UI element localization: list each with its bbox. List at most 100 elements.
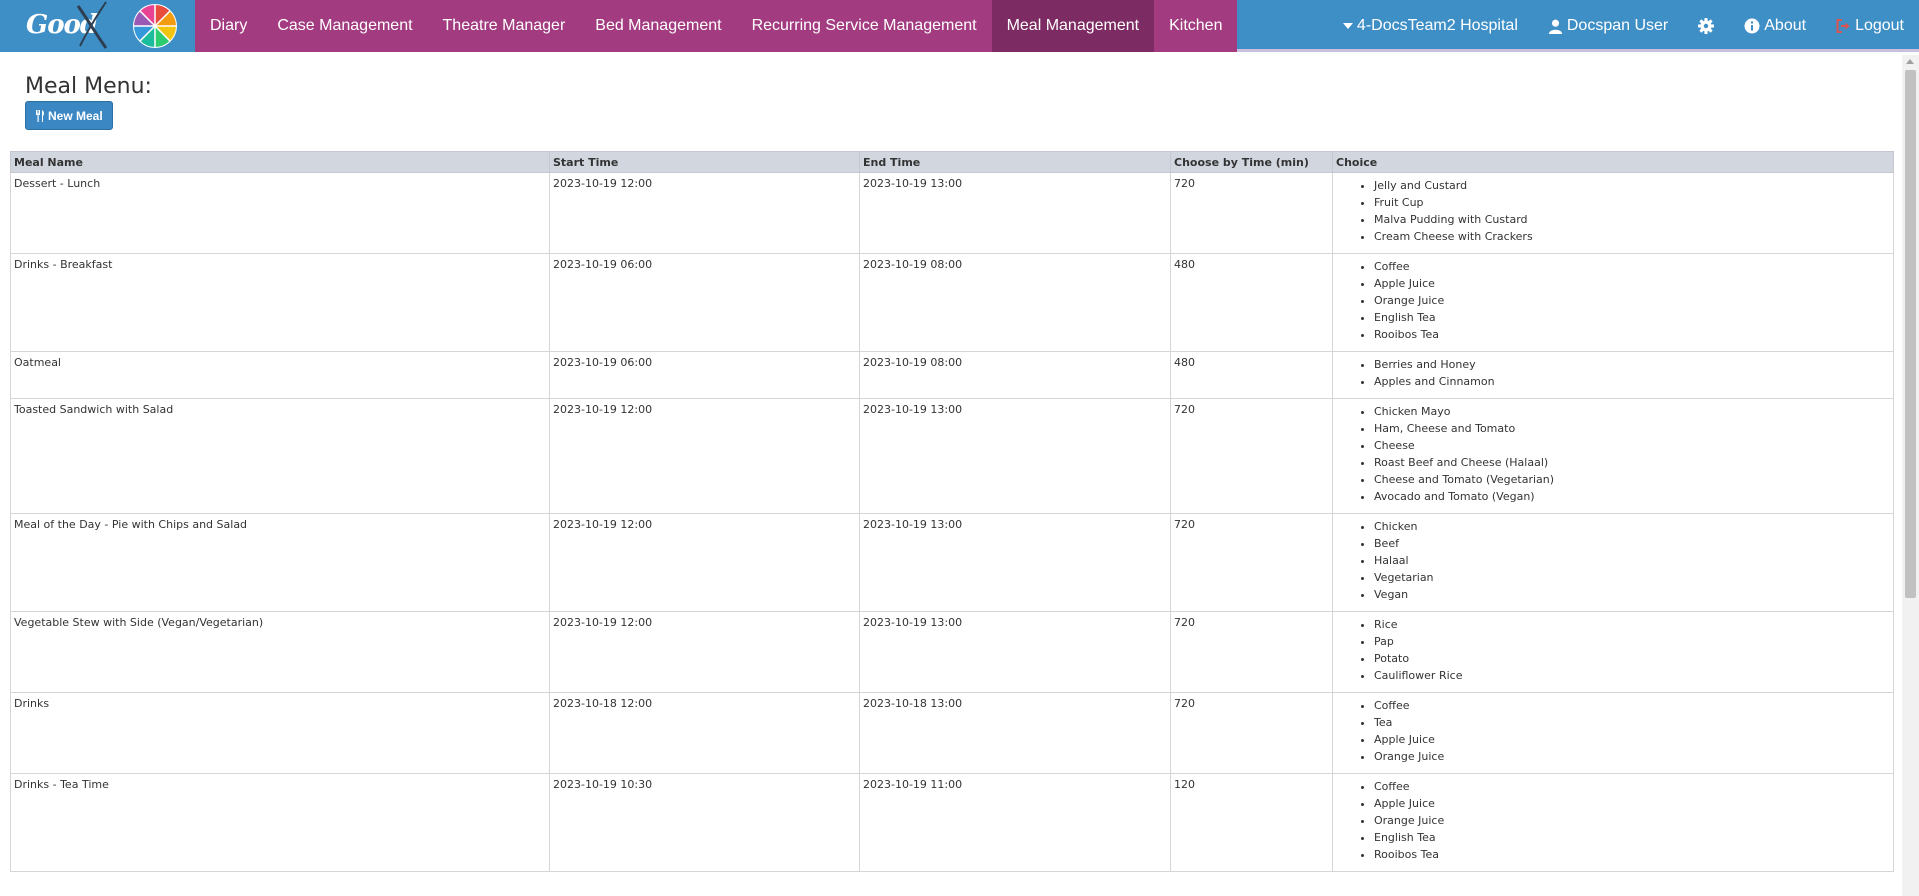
choice-item: Pap xyxy=(1374,633,1890,650)
choice-item: Potato xyxy=(1374,650,1890,667)
end-time-cell: 2023-10-19 08:00 xyxy=(859,351,1171,399)
choice-item: Cheese and Tomato (Vegetarian) xyxy=(1374,471,1890,488)
nav-diary[interactable]: Diary xyxy=(195,0,262,52)
new-meal-button[interactable]: New Meal xyxy=(25,101,113,130)
column-header-start-time[interactable]: Start Time xyxy=(549,151,860,173)
about-button[interactable]: About xyxy=(1729,17,1821,35)
scroll-up-arrow-icon[interactable] xyxy=(1906,59,1914,64)
table-row[interactable]: Oatmeal 2023-10-19 06:00 2023-10-19 08:00 4… xyxy=(10,351,1894,399)
sign-out-icon xyxy=(1836,19,1850,33)
choice-item: Cheese xyxy=(1374,437,1890,454)
choice-list: Berries and HoneyApples and Cinnamon xyxy=(1336,356,1890,390)
nav-right-menu: 4-DocsTeam2 Hospital Docspan User About xyxy=(1328,0,1919,52)
start-time-cell: 2023-10-19 06:00 xyxy=(549,253,860,352)
table-row[interactable]: Drinks - Breakfast 2023-10-19 06:00 2023-1… xyxy=(10,253,1894,352)
table-row[interactable]: Meal of the Day - Pie with Chips and Sal… xyxy=(10,513,1894,612)
choice-cell: Jelly and CustardFruit CupMalva Pudding … xyxy=(1332,172,1894,254)
choice-list: CoffeeApple JuiceOrange JuiceEnglish Tea… xyxy=(1336,258,1890,343)
start-time-cell: 2023-10-19 12:00 xyxy=(549,172,860,254)
start-time-cell: 2023-10-19 12:00 xyxy=(549,398,860,514)
main-nav: Diary Case Management Theatre Manager Be… xyxy=(195,0,1238,52)
column-header-choose-by[interactable]: Choose by Time (min) xyxy=(1170,151,1333,173)
choose-by-cell: 720 xyxy=(1170,513,1333,612)
meal-name-cell: Drinks - Breakfast xyxy=(10,253,550,352)
hospital-dropdown[interactable]: 4-DocsTeam2 Hospital xyxy=(1328,17,1533,35)
end-time-cell: 2023-10-19 11:00 xyxy=(859,773,1171,872)
user-menu[interactable]: Docspan User xyxy=(1533,17,1683,35)
meal-name-cell: Drinks xyxy=(10,692,550,774)
start-time-cell: 2023-10-19 10:30 xyxy=(549,773,860,872)
caret-down-icon xyxy=(1342,23,1353,29)
nav-meal-management[interactable]: Meal Management xyxy=(991,0,1155,52)
choice-item: Apples and Cinnamon xyxy=(1374,373,1890,390)
choice-item: Coffee xyxy=(1374,258,1890,275)
choice-item: Chicken Mayo xyxy=(1374,403,1890,420)
choice-cell: Chicken MayoHam, Cheese and TomatoCheese… xyxy=(1332,398,1894,514)
nav-recurring-service-management[interactable]: Recurring Service Management xyxy=(737,0,992,52)
table-row[interactable]: Drinks 2023-10-18 12:00 2023-10-18 13:00 72… xyxy=(10,692,1894,774)
meal-name-cell: Toasted Sandwich with Salad xyxy=(10,398,550,514)
page-title: Meal Menu: xyxy=(25,74,152,99)
goodx-logo[interactable]: Good xyxy=(0,0,195,52)
nav-bed-management[interactable]: Bed Management xyxy=(580,0,736,52)
meal-table: Meal Name Start Time End Time Choose by … xyxy=(10,151,1894,872)
table-row[interactable]: Toasted Sandwich with Salad 2023-10-19 12… xyxy=(10,398,1894,514)
end-time-cell: 2023-10-19 13:00 xyxy=(859,611,1171,693)
meal-name-cell: Vegetable Stew with Side (Vegan/Vegetari… xyxy=(10,611,550,693)
end-time-cell: 2023-10-19 13:00 xyxy=(859,172,1171,254)
table-header-row: Meal Name Start Time End Time Choose by … xyxy=(10,151,1894,173)
choice-item: Malva Pudding with Custard xyxy=(1374,211,1890,228)
choice-item: Chicken xyxy=(1374,518,1890,535)
choose-by-cell: 720 xyxy=(1170,692,1333,774)
meal-table-wrapper: Meal Name Start Time End Time Choose by … xyxy=(10,151,1894,872)
settings-button[interactable] xyxy=(1683,18,1729,34)
choice-item: Fruit Cup xyxy=(1374,194,1890,211)
column-header-meal-name[interactable]: Meal Name xyxy=(10,151,550,173)
nav-kitchen[interactable]: Kitchen xyxy=(1154,0,1237,52)
table-row[interactable]: Dessert - Lunch 2023-10-19 12:00 2023-10-1… xyxy=(10,172,1894,254)
logout-button[interactable]: Logout xyxy=(1821,17,1919,35)
choice-list: RicePapPotatoCauliflower Rice xyxy=(1336,616,1890,684)
choose-by-cell: 720 xyxy=(1170,611,1333,693)
choice-item: Coffee xyxy=(1374,697,1890,714)
table-row[interactable]: Drinks - Tea Time 2023-10-19 10:30 2023-10… xyxy=(10,773,1894,872)
choice-item: Tea xyxy=(1374,714,1890,731)
choice-item: English Tea xyxy=(1374,829,1890,846)
choice-item: Jelly and Custard xyxy=(1374,177,1890,194)
nav-case-management[interactable]: Case Management xyxy=(262,0,427,52)
choice-list: CoffeeApple JuiceOrange JuiceEnglish Tea… xyxy=(1336,778,1890,863)
choice-item: Rooibos Tea xyxy=(1374,846,1890,863)
start-time-cell: 2023-10-18 12:00 xyxy=(549,692,860,774)
column-header-end-time[interactable]: End Time xyxy=(859,151,1171,173)
choice-item: Beef xyxy=(1374,535,1890,552)
choice-cell: ChickenBeefHalaalVegetarianVegan xyxy=(1332,513,1894,612)
choose-by-cell: 120 xyxy=(1170,773,1333,872)
meal-name-cell: Oatmeal xyxy=(10,351,550,399)
choice-cell: CoffeeApple JuiceOrange JuiceEnglish Tea… xyxy=(1332,773,1894,872)
choice-item: Halaal xyxy=(1374,552,1890,569)
choice-item: Apple Juice xyxy=(1374,795,1890,812)
table-row[interactable]: Vegetable Stew with Side (Vegan/Vegetari… xyxy=(10,611,1894,693)
user-name: Docspan User xyxy=(1566,17,1669,34)
new-meal-label: New Meal xyxy=(48,108,103,123)
start-time-cell: 2023-10-19 12:00 xyxy=(549,513,860,612)
choice-item: English Tea xyxy=(1374,309,1890,326)
choice-item: Orange Juice xyxy=(1374,292,1890,309)
gear-icon xyxy=(1698,18,1715,34)
choice-cell: CoffeeTeaApple JuiceOrange Juice xyxy=(1332,692,1894,774)
scrollbar-thumb[interactable] xyxy=(1905,70,1916,598)
vertical-scrollbar[interactable] xyxy=(1902,55,1919,896)
info-icon xyxy=(1744,18,1760,34)
start-time-cell: 2023-10-19 06:00 xyxy=(549,351,860,399)
choice-item: Apple Juice xyxy=(1374,731,1890,748)
choice-item: Cream Cheese with Crackers xyxy=(1374,228,1890,245)
choose-by-cell: 480 xyxy=(1170,351,1333,399)
choice-item: Orange Juice xyxy=(1374,748,1890,765)
choice-cell: CoffeeApple JuiceOrange JuiceEnglish Tea… xyxy=(1332,253,1894,352)
meal-name-cell: Drinks - Tea Time xyxy=(10,773,550,872)
choose-by-cell: 720 xyxy=(1170,172,1333,254)
column-header-choice[interactable]: Choice xyxy=(1332,151,1894,173)
nav-theatre-manager[interactable]: Theatre Manager xyxy=(428,0,581,52)
choice-item: Berries and Honey xyxy=(1374,356,1890,373)
choice-list: ChickenBeefHalaalVegetarianVegan xyxy=(1336,518,1890,603)
